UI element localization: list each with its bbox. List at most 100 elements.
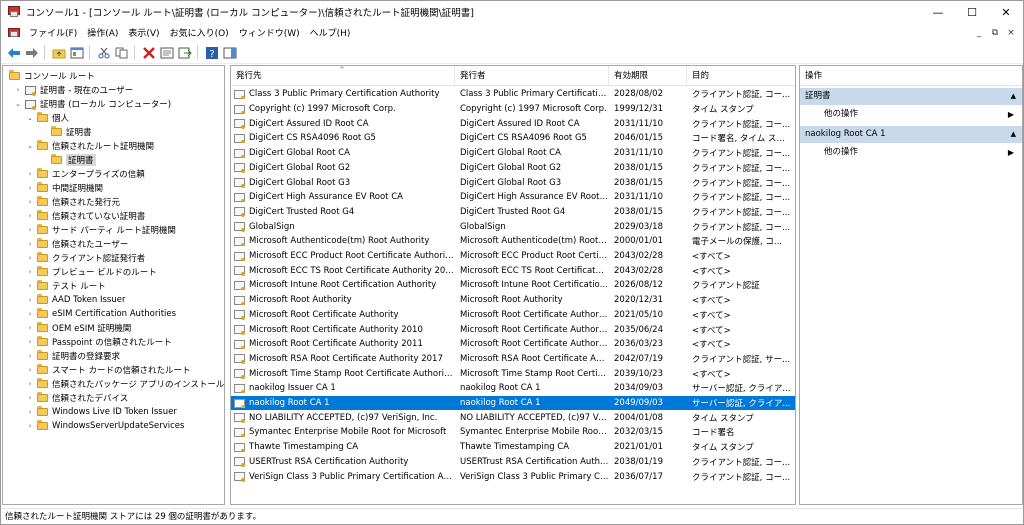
certificate-row[interactable]: DigiCert CS RSA4096 Root G5 DigiCert CS R… xyxy=(231,131,795,146)
tree-item[interactable]: › OEM eSIM 証明機関 xyxy=(25,321,131,335)
tree-item[interactable]: › AAD Token Issuer xyxy=(25,293,125,307)
tree-item[interactable]: › Passpoint の信頼されたルート xyxy=(25,335,172,349)
menu-file[interactable]: ファイル(F) xyxy=(24,26,82,39)
action-more-actions[interactable]: 他の操作 ▶ xyxy=(800,143,1022,162)
tree-item[interactable]: › 信頼されたデバイス xyxy=(25,391,128,405)
minimize-button[interactable]: — xyxy=(921,1,955,23)
tree-item[interactable]: › 信頼された発行元 xyxy=(25,195,120,209)
tree-item[interactable]: › プレビュー ビルドのルート xyxy=(25,265,157,279)
certificate-list[interactable]: 発行先 ^ 発行者 有効期限 目的 Class 3 Public Primary … xyxy=(230,65,796,505)
forward-button[interactable] xyxy=(23,44,40,61)
certificate-row[interactable]: Microsoft Root Authority Microsoft Root A… xyxy=(231,293,795,308)
certificate-row[interactable]: Microsoft Authenticode(tm) Root Authorit… xyxy=(231,234,795,249)
menu-view[interactable]: 表示(V) xyxy=(123,26,164,39)
expand-chevron-icon[interactable]: › xyxy=(13,86,23,94)
expand-chevron-icon[interactable]: › xyxy=(25,184,35,192)
certificate-row[interactable]: Microsoft Root Certificate Authority 201… xyxy=(231,337,795,352)
tree-item[interactable]: ⌄ 信頼されたルート証明機関 xyxy=(25,139,154,153)
tree-item[interactable]: › 信頼されていない証明書 xyxy=(25,209,145,223)
certificate-row[interactable]: DigiCert Trusted Root G4 DigiCert Trusted… xyxy=(231,205,795,220)
expand-chevron-icon[interactable]: › xyxy=(25,352,35,360)
column-issued-to[interactable]: 発行先 ^ xyxy=(231,66,455,86)
collapse-chevron-icon[interactable]: ⌄ xyxy=(25,114,35,122)
menu-favorites[interactable]: お気に入り(O) xyxy=(165,26,234,39)
expand-chevron-icon[interactable]: › xyxy=(25,170,35,178)
tree-item[interactable]: › エンタープライズの信頼 xyxy=(25,167,145,181)
expand-chevron-icon[interactable]: › xyxy=(25,422,35,430)
certificate-row[interactable]: USERTrust RSA Certification Authority USE… xyxy=(231,455,795,470)
menu-action[interactable]: 操作(A) xyxy=(82,26,123,39)
title-bar[interactable]: コンソール1 - [コンソール ルート\証明書 (ローカル コンピューター)\信… xyxy=(1,1,1023,23)
certificate-row[interactable]: Copyright (c) 1997 Microsoft Corp. Copyri… xyxy=(231,102,795,117)
certificate-row[interactable]: VeriSign Class 3 Public Primary Certific… xyxy=(231,469,795,484)
column-issued-by[interactable]: 発行者 xyxy=(455,66,609,86)
properties-button[interactable] xyxy=(158,44,175,61)
tree-item[interactable]: › テスト ルート xyxy=(25,279,106,293)
certificate-row[interactable]: DigiCert Global Root CA DigiCert Global R… xyxy=(231,146,795,161)
cut-button[interactable] xyxy=(95,44,112,61)
menu-window[interactable]: ウィンドウ(W) xyxy=(234,26,305,39)
certificate-row[interactable]: Thawte Timestamping CA Thawte Timestampin… xyxy=(231,440,795,455)
certificate-row[interactable]: DigiCert Assured ID Root CA DigiCert Assu… xyxy=(231,116,795,131)
collapse-chevron-icon[interactable]: ⌄ xyxy=(13,100,23,108)
certificate-row[interactable]: GlobalSign GlobalSign 2029/03/18 クライアント認証, … xyxy=(231,219,795,234)
certificate-row[interactable]: Class 3 Public Primary Certification Aut… xyxy=(231,87,795,102)
tree-item[interactable]: › eSIM Certification Authorities xyxy=(25,307,176,321)
certificate-row[interactable]: Microsoft RSA Root Certificate Authority… xyxy=(231,352,795,367)
certificate-row[interactable]: DigiCert High Assurance EV Root CA DigiCe… xyxy=(231,190,795,205)
tree-item[interactable]: コンソール ルート xyxy=(7,69,95,83)
tree-item[interactable]: › 中間証明機関 xyxy=(25,181,103,195)
tree-item[interactable]: › 証明書の登録要求 xyxy=(25,349,120,363)
show-hide-action-pane-button[interactable] xyxy=(221,44,238,61)
expand-chevron-icon[interactable]: › xyxy=(25,212,35,220)
tree-item[interactable]: 証明書 xyxy=(39,125,92,139)
expand-chevron-icon[interactable]: › xyxy=(25,296,35,304)
tree-item[interactable]: › Windows Live ID Token Issuer xyxy=(25,405,177,419)
mdi-restore-button[interactable]: ⧉ xyxy=(987,28,1003,38)
certificate-row[interactable]: Microsoft ECC TS Root Certificate Author… xyxy=(231,263,795,278)
up-one-level-button[interactable] xyxy=(50,44,67,61)
expand-chevron-icon[interactable]: › xyxy=(25,394,35,402)
certificate-row[interactable]: Microsoft Root Certificate Authority Micr… xyxy=(231,308,795,323)
close-button[interactable]: ✕ xyxy=(989,1,1023,23)
export-list-button[interactable] xyxy=(176,44,193,61)
tree-item[interactable]: › クライアント認証発行者 xyxy=(25,251,145,265)
collapse-chevron-icon[interactable]: ⌄ xyxy=(25,142,35,150)
tree-item[interactable]: 証明書 xyxy=(39,153,96,167)
tree-item[interactable]: › サード パーティ ルート証明機関 xyxy=(25,223,176,237)
back-button[interactable] xyxy=(5,44,22,61)
action-section-certificates[interactable]: 証明書 ▲ xyxy=(800,88,1022,105)
expand-chevron-icon[interactable]: › xyxy=(25,310,35,318)
certificate-row[interactable]: Microsoft Intune Root Certification Auth… xyxy=(231,278,795,293)
expand-chevron-icon[interactable]: › xyxy=(25,380,35,388)
certificate-row[interactable]: NO LIABILITY ACCEPTED, (c)97 VeriSign, I… xyxy=(231,410,795,425)
expand-chevron-icon[interactable]: › xyxy=(25,366,35,374)
certificate-row[interactable]: naokilog Root CA 1 naokilog Root CA 1 2049… xyxy=(231,395,795,411)
tree-item[interactable]: › 信頼されたパッケージ アプリのインストール機関 xyxy=(25,377,224,391)
tree-item[interactable]: › 証明書 - 現在のユーザー xyxy=(13,83,133,97)
console-menu-icon[interactable] xyxy=(8,27,20,38)
certificate-row[interactable]: naokilog Issuer CA 1 naokilog Root CA 1 20… xyxy=(231,381,795,396)
delete-button[interactable] xyxy=(140,44,157,61)
certificate-row[interactable]: Microsoft Time Stamp Root Certificate Au… xyxy=(231,366,795,381)
help-button[interactable]: ? xyxy=(203,44,220,61)
console-tree[interactable]: コンソール ルート › 証明書 - 現在のユーザー ⌄ 証明書 (ローカル コンピュータ… xyxy=(2,65,225,505)
expand-chevron-icon[interactable]: › xyxy=(25,268,35,276)
tree-item[interactable]: › 信頼されたユーザー xyxy=(25,237,128,251)
expand-chevron-icon[interactable]: › xyxy=(25,282,35,290)
expand-chevron-icon[interactable]: › xyxy=(25,254,35,262)
expand-chevron-icon[interactable]: › xyxy=(25,240,35,248)
expand-chevron-icon[interactable]: › xyxy=(25,324,35,332)
menu-help[interactable]: ヘルプ(H) xyxy=(305,26,356,39)
tree-item[interactable]: › スマート カードの信頼されたルート xyxy=(25,363,190,377)
mdi-close-button[interactable]: × xyxy=(1003,28,1019,38)
show-hide-tree-button[interactable] xyxy=(68,44,85,61)
certificate-row[interactable]: Symantec Enterprise Mobile Root for Micr… xyxy=(231,425,795,440)
tree-item[interactable]: ⌄ 証明書 (ローカル コンピューター) xyxy=(13,97,171,111)
expand-chevron-icon[interactable]: › xyxy=(25,408,35,416)
certificate-row[interactable]: DigiCert Global Root G3 DigiCert Global R… xyxy=(231,175,795,190)
certificate-row[interactable]: DigiCert Global Root G2 DigiCert Global R… xyxy=(231,161,795,176)
column-purposes[interactable]: 目的 xyxy=(687,66,795,86)
action-more-actions[interactable]: 他の操作 ▶ xyxy=(800,105,1022,124)
expand-chevron-icon[interactable]: › xyxy=(25,226,35,234)
